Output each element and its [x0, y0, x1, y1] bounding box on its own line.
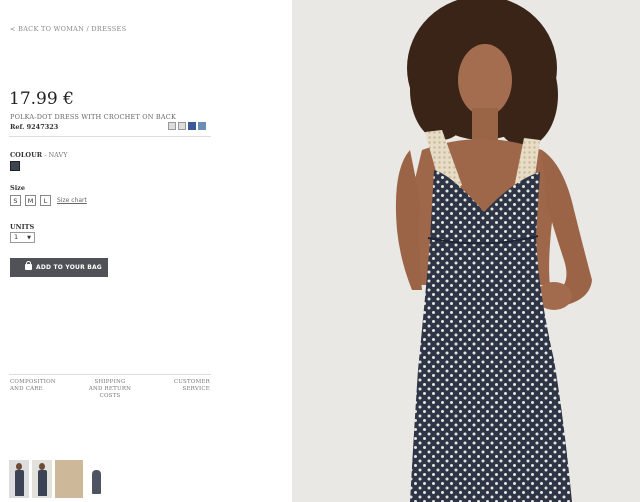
product-price: 17.99 € [9, 89, 74, 109]
customer-service-link[interactable]: CUSTOMER SERVICE [170, 379, 210, 393]
colour-label-text: COLOUR [10, 151, 43, 159]
add-to-bag-label: ADD TO YOUR BAG [36, 264, 102, 271]
units-select[interactable]: 1 ▼ [10, 232, 35, 243]
composition-and-care-link[interactable]: COMPOSITION AND CARE [10, 379, 56, 393]
thumbnail-front-view[interactable] [9, 460, 29, 498]
chevron-down-icon: ▼ [27, 235, 31, 241]
thumbnail-crochet-detail[interactable] [55, 460, 83, 498]
share-icons [168, 122, 206, 130]
shipping-and-returns-link[interactable]: SHIPPING AND RETURN COSTS [82, 379, 138, 400]
size-option-l[interactable]: L [40, 195, 51, 206]
thumbnail-strip [9, 460, 106, 498]
back-to-dresses-link[interactable]: < BACK TO WOMAN / DRESSES [10, 25, 126, 33]
colour-label: COLOUR - NAVY [10, 151, 68, 159]
shopping-bag-icon [25, 261, 32, 270]
model-wearing-dress-image [395, 0, 592, 502]
email-icon[interactable] [178, 122, 186, 130]
divider [9, 374, 211, 375]
colour-swatch-navy[interactable] [10, 161, 20, 171]
thumbnail-flat-view[interactable] [86, 460, 106, 498]
print-icon[interactable] [168, 122, 176, 130]
size-option-s[interactable]: S [10, 195, 21, 206]
units-selected-value: 1 [14, 233, 19, 241]
facebook-icon[interactable] [188, 122, 196, 130]
product-reference: Ref. 9247323 [10, 123, 59, 131]
twitter-icon[interactable] [198, 122, 206, 130]
size-options: S M L Size chart [10, 195, 87, 206]
units-label: UNITS [10, 223, 35, 231]
size-label: Size [10, 184, 25, 192]
thumbnail-back-view[interactable] [32, 460, 52, 498]
add-to-bag-button[interactable]: ADD TO YOUR BAG [10, 258, 108, 277]
product-info-panel: < BACK TO WOMAN / DRESSES 17.99 € POLKA-… [0, 0, 292, 502]
divider [9, 136, 211, 137]
colour-value: - NAVY [42, 151, 68, 159]
product-name: POLKA-DOT DRESS WITH CROCHET ON BACK [10, 113, 177, 121]
product-photo [292, 0, 640, 502]
size-option-m[interactable]: M [25, 195, 36, 206]
size-chart-link[interactable]: Size chart [57, 197, 87, 204]
